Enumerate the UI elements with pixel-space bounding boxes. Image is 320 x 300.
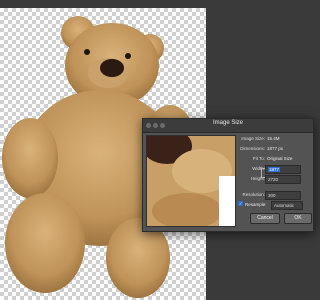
- width-row: Width: 1877: [238, 165, 310, 174]
- resolution-row: Resolution: 300: [238, 191, 310, 200]
- height-input[interactable]: 2720: [265, 175, 301, 184]
- preview-bear-crop: [147, 136, 235, 226]
- image-preview[interactable]: [146, 135, 236, 227]
- height-row: Height: 2720: [238, 175, 310, 184]
- image-size-dialog: Image Size Image Size: 15.4M Dimensions:…: [142, 118, 314, 232]
- dimensions-row: Dimensions: 1877 px: [240, 146, 284, 151]
- width-input[interactable]: 1877: [265, 165, 301, 174]
- cancel-button[interactable]: Cancel: [250, 213, 280, 224]
- fit-to-select[interactable]: Original Size: [267, 156, 293, 161]
- image-size-row: Image Size: 15.4M: [241, 136, 280, 141]
- resolution-input[interactable]: 300: [265, 191, 301, 200]
- resample-select[interactable]: Automatic: [271, 201, 303, 210]
- fit-to-row[interactable]: Fit To: Original Size: [238, 155, 310, 163]
- ok-button[interactable]: OK: [284, 213, 312, 224]
- dialog-titlebar[interactable]: Image Size: [143, 119, 313, 133]
- resample-row: Resample: Automatic: [238, 201, 310, 210]
- checkbox-checked-icon[interactable]: [238, 201, 243, 206]
- dialog-title: Image Size: [212, 120, 243, 126]
